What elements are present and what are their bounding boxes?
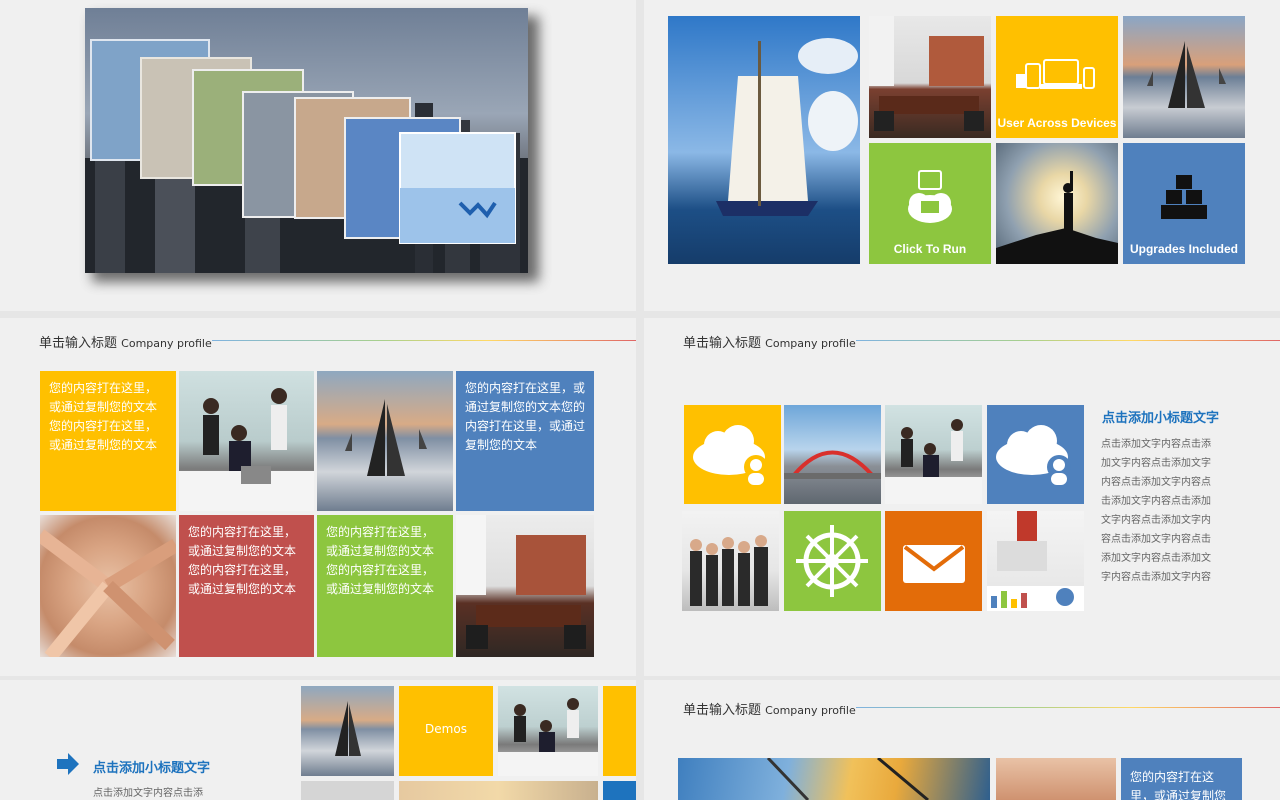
user-across-devices-label: User Across Devices: [997, 116, 1117, 130]
cloud-users-icon: [693, 425, 768, 485]
green-text-tile: 您的内容打在这里，或通过复制您的文本您的内容打在这里，或通过复制您的文本: [317, 515, 453, 657]
user-across-devices-tile[interactable]: User Across Devices: [996, 16, 1118, 138]
title-rule: [856, 707, 1280, 708]
business-team-photo: [682, 511, 779, 611]
city-skyline-graphic: [85, 39, 528, 273]
slide-2[interactable]: User Across Devices Click To Run Upgrade…: [644, 0, 1280, 311]
upgrades-included-label: Upgrades Included: [1129, 242, 1239, 256]
meeting-room-photo: [869, 16, 991, 138]
title-en: Company profile: [121, 337, 212, 350]
title-cn: 单击输入标题: [39, 336, 118, 351]
slide-1[interactable]: [0, 0, 636, 311]
sailing-deck-photo: [678, 758, 990, 800]
blue-text-tile: 您的内容打在这里，或通过复制您的文本您的内容打在这里，或通过复制您的文本: [456, 371, 594, 511]
team-meeting-photo: [885, 405, 982, 504]
ship-wheel-icon: [796, 525, 868, 597]
envelope-icon: [903, 545, 965, 583]
click-to-run-tile[interactable]: Click To Run: [869, 143, 991, 264]
cloud-users-tile-blue[interactable]: [987, 405, 1084, 504]
red-text-tile: 您的内容打在这里，或通过复制您的文本您的内容打在这里，或通过复制您的文本: [179, 515, 314, 657]
hands-together-photo: [996, 758, 1116, 800]
title-cn: 单击输入标题: [683, 336, 762, 351]
slide-4[interactable]: 单击输入标题 Company profile 点击添加小标题文字 点击添加文字内…: [644, 318, 1280, 676]
red-bridge-photo: [784, 405, 881, 504]
sailboats-sunset-photo: [1123, 16, 1245, 138]
cloud-users-icon: [996, 425, 1071, 485]
blue-text-tile: 您的内容打在这里，或通过复制您的文: [1121, 758, 1242, 800]
yellow-text-tile: 您的内容打在这里，或通过复制您的文本您的内容打在这里，或通过复制您的文本: [40, 371, 176, 511]
slide-6[interactable]: 单击输入标题 Company profile 您的内容打在这里，或通过复制您的文: [644, 680, 1280, 800]
hands-together-photo: [40, 515, 176, 657]
title-cn: 单击输入标题: [683, 703, 762, 718]
business-meeting-photo: [179, 371, 314, 511]
business-meeting-photo: [498, 686, 598, 776]
title-en: Company profile: [765, 704, 856, 717]
conference-room-photo: [456, 515, 594, 657]
body-paragraph: 点击添加文字内容点击添: [93, 788, 203, 799]
arrow-right-icon: [57, 753, 79, 779]
demos-tile[interactable]: Demos: [399, 686, 493, 776]
body-paragraph: 点击添加文字内容点击添加文字内容点击添加文字内容点击添加文字内容点击添加文字内容…: [1101, 439, 1211, 583]
sailboats-photo: [301, 686, 394, 776]
grey-tile: [301, 781, 394, 800]
report-charts-photo: [987, 511, 1084, 611]
slide-3[interactable]: 单击输入标题 Company profile 您的内容打在这里，或通过复制您的文…: [0, 318, 636, 676]
slide-6-title: 单击输入标题 Company profile: [683, 699, 856, 718]
cloud-users-tile-yellow[interactable]: [684, 405, 781, 504]
mail-tile[interactable]: [885, 511, 982, 611]
summit-silhouette-photo: [996, 143, 1118, 264]
yellow-tile-edge: [603, 686, 636, 776]
title-rule: [212, 340, 636, 341]
click-to-run-label: Click To Run: [893, 242, 967, 256]
blue-tile-edge: [603, 781, 636, 800]
demos-label: Demos: [425, 722, 467, 736]
slide-3-title: 单击输入标题 Company profile: [39, 332, 212, 351]
upgrades-included-tile[interactable]: Upgrades Included: [1123, 143, 1245, 264]
city-collage-photo: [85, 8, 528, 273]
sailboats-photo: [317, 371, 453, 511]
slide-4-title: 单击输入标题 Company profile: [683, 332, 856, 351]
subtitle: 点击添加小标题文字: [1102, 411, 1220, 426]
ship-wheel-tile[interactable]: [784, 511, 881, 611]
subtitle: 点击添加小标题文字: [93, 761, 211, 776]
title-rule: [856, 340, 1280, 341]
sailing-ship-photo: [668, 16, 860, 264]
title-en: Company profile: [765, 337, 856, 350]
slide-5[interactable]: 点击添加小标题文字 点击添加文字内容点击添 Demos: [0, 680, 636, 800]
sunset-strip-photo: [399, 781, 598, 800]
